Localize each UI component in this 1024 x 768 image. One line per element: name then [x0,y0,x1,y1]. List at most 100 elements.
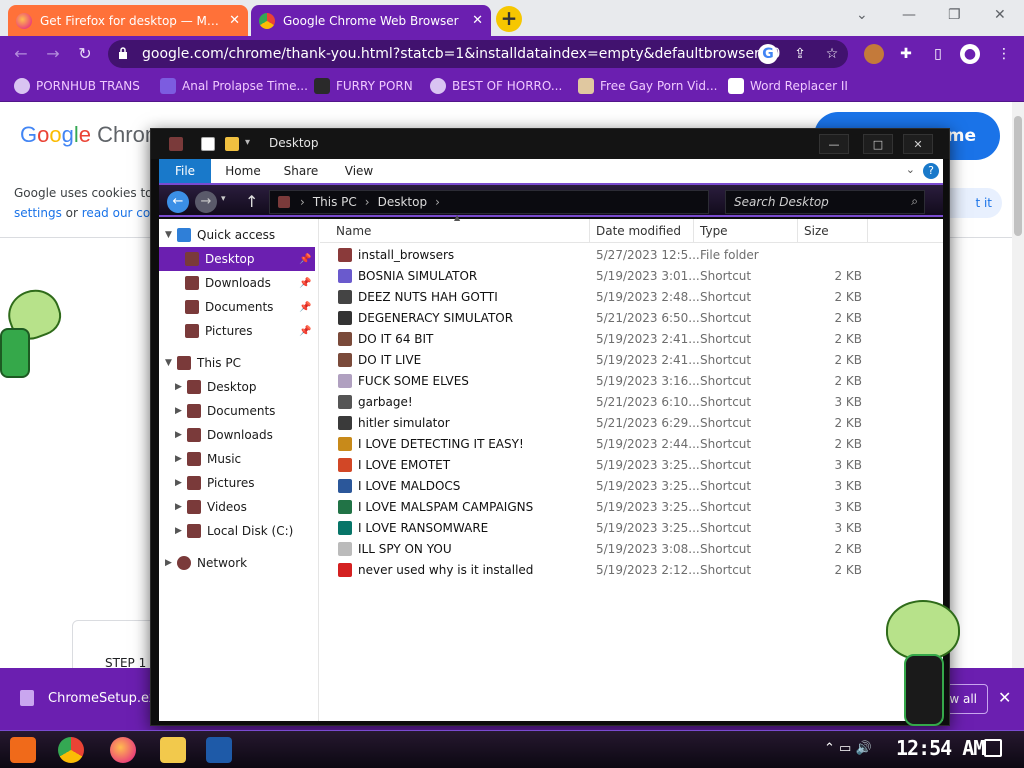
menu-kebab-icon[interactable]: ⋮ [994,44,1014,64]
file-row[interactable]: I LOVE MALDOCS 5/19/2023 3:25... Shortcut 3… [320,476,943,497]
bookmark-item[interactable]: Anal Prolapse Time... [160,78,308,94]
file-row[interactable]: I LOVE MALSPAM CAMPAIGNS 5/19/2023 3:25..… [320,497,943,518]
new-folder-icon[interactable] [225,137,239,151]
tab-search-icon[interactable]: ⌄ [856,7,868,23]
bookmark-item[interactable]: PORNHUB TRANS [14,78,140,94]
pin-icon[interactable]: 📌 [299,326,311,337]
file-row[interactable]: DO IT 64 BIT 5/19/2023 2:41... Shortcut 2 K… [320,329,943,350]
nav-pc-music[interactable]: ▶ Music [175,447,315,471]
tab-view[interactable]: View [335,159,383,183]
file-row[interactable]: garbage! 5/21/2023 6:10... Shortcut 3 KB [320,392,943,413]
help-icon[interactable]: ? [923,163,939,179]
maximize-icon[interactable]: □ [863,134,893,154]
search-input[interactable]: Search Desktop ⌕ [725,190,925,214]
chevron-right-icon[interactable]: ▶ [175,478,187,488]
start-menu-icon[interactable] [10,737,36,763]
nav-item-desktop[interactable]: Desktop 📌 [159,247,315,271]
file-row[interactable]: DO IT LIVE 5/19/2023 2:41... Shortcut 2 KB [320,350,943,371]
bookmark-star-icon[interactable]: ☆ [822,44,842,64]
restore-icon[interactable]: ❐ [948,7,961,23]
nav-pc-pictures[interactable]: ▶ Pictures [175,471,315,495]
google-lens-icon[interactable]: G [758,44,778,64]
nav-item-downloads[interactable]: Downloads 📌 [185,271,315,295]
chevron-right-icon[interactable]: ▶ [175,382,187,392]
file-row[interactable]: I LOVE DETECTING IT EASY! 5/19/2023 2:44.… [320,434,943,455]
chevron-right-icon[interactable]: ▶ [175,526,187,536]
tab-home[interactable]: Home [219,159,267,183]
pin-icon[interactable]: 📌 [299,278,311,289]
tab-file[interactable]: File [159,159,211,183]
close-window-icon[interactable]: ✕ [903,134,933,154]
nav-quick-access[interactable]: ▼ Quick access [165,223,315,247]
close-icon[interactable]: ✕ [229,13,240,28]
new-tab-button[interactable]: + [496,6,522,32]
column-header-name[interactable]: Name [330,219,590,243]
tab-share[interactable]: Share [277,159,325,183]
pin-icon[interactable]: 📌 [299,254,311,265]
notification-icon[interactable] [984,739,1002,757]
breadcrumb[interactable]: › This PC › Desktop › [269,190,709,214]
share-icon[interactable]: ⇪ [790,44,810,64]
close-icon[interactable]: ✕ [472,13,483,28]
system-tray[interactable]: ⌃ ▭ 🔊 [824,741,872,756]
bookmark-item[interactable]: FURRY PORN [314,78,413,94]
chrome-icon[interactable] [58,737,84,763]
clock[interactable]: 12:54 AM [896,736,985,760]
omnibox[interactable]: google.com/chrome/thank-you.html?statcb=… [108,40,848,68]
page-scrollbar-thumb[interactable] [1014,116,1022,236]
breadcrumb-item[interactable]: Desktop [378,195,428,209]
forward-arrow-icon[interactable]: → [42,43,64,65]
breadcrumb-item[interactable]: This PC [313,195,357,209]
nav-pc-documents[interactable]: ▶ Documents [175,399,315,423]
extensions-puzzle-icon[interactable]: ✚ [896,44,916,64]
bookmark-item[interactable]: Free Gay Porn Vid... [578,78,717,94]
chevron-right-icon[interactable]: ▶ [175,406,187,416]
nav-item-documents[interactable]: Documents 📌 [185,295,315,319]
nav-pc-videos[interactable]: ▶ Videos [175,495,315,519]
file-row[interactable]: hitler simulator 5/21/2023 6:29... Shortcu… [320,413,943,434]
virtualbox-icon[interactable] [206,737,232,763]
side-panel-icon[interactable]: ▯ [928,44,948,64]
file-row[interactable]: FUCK SOME ELVES 5/19/2023 3:16... Shortcut… [320,371,943,392]
back-arrow-icon[interactable]: ← [167,191,189,213]
up-arrow-icon[interactable]: ↑ [245,192,258,211]
bookmark-item[interactable]: BEST OF HORRO... [430,78,562,94]
forward-arrow-icon[interactable]: → [195,191,217,213]
nav-pc-desktop[interactable]: ▶ Desktop [175,375,315,399]
firefox-icon[interactable] [110,737,136,763]
minimize-icon[interactable]: — [902,7,916,23]
file-row[interactable]: never used why is it installed 5/19/2023 … [320,560,943,581]
file-row[interactable]: DEEZ NUTS HAH GOTTI 5/19/2023 2:48... Shor… [320,287,943,308]
chevron-right-icon[interactable]: ▶ [175,454,187,464]
column-header-size[interactable]: Size [798,219,868,243]
nav-pc-local-disk[interactable]: ▶ Local Disk (C:) [175,519,315,543]
minimize-icon[interactable]: — [819,134,849,154]
chevron-right-icon[interactable]: ▶ [165,558,177,568]
recent-locations-icon[interactable]: ▾ [221,194,226,204]
tab-chrome[interactable]: Google Chrome Web Browser ✕ [251,5,491,36]
nav-item-pictures[interactable]: Pictures 📌 [185,319,315,343]
bookmark-item[interactable]: Word Replacer II [728,78,848,94]
close-window-icon[interactable]: ✕ [994,7,1006,23]
profile-avatar-icon[interactable]: ● [960,44,980,64]
file-row[interactable]: DEGENERACY SIMULATOR 5/21/2023 6:50... Sho… [320,308,943,329]
nav-network[interactable]: ▶ Network [165,551,315,575]
tab-firefox[interactable]: Get Firefox for desktop — Mozilla (US) ✕ [8,5,248,36]
download-item[interactable]: ChromeSetup.exe [20,690,164,706]
nav-pc-downloads[interactable]: ▶ Downloads [175,423,315,447]
file-explorer-icon[interactable] [160,737,186,763]
pin-icon[interactable]: 📌 [299,302,311,313]
chevron-down-icon[interactable]: ⌄ [906,163,915,176]
nav-this-pc[interactable]: ▼ This PC [165,351,315,375]
chevron-down-icon[interactable]: ▼ [165,230,177,240]
cookie-settings-link[interactable]: settings [14,206,62,220]
file-row[interactable]: I LOVE RANSOMWARE 5/19/2023 3:25... Shortc… [320,518,943,539]
file-row[interactable]: BOSNIA SIMULATOR 5/19/2023 3:01... Shortcu… [320,266,943,287]
file-row[interactable]: ILL SPY ON YOU 5/19/2023 3:08... Shortcut 2… [320,539,943,560]
close-icon[interactable]: ✕ [998,688,1011,707]
chevron-down-icon[interactable]: ▾ [245,137,259,151]
chevron-right-icon[interactable]: ▶ [175,430,187,440]
reload-icon[interactable]: ↻ [74,43,96,65]
file-row[interactable]: install_browsers 5/27/2023 12:5... File fo… [320,245,943,266]
chevron-right-icon[interactable]: ▶ [175,502,187,512]
